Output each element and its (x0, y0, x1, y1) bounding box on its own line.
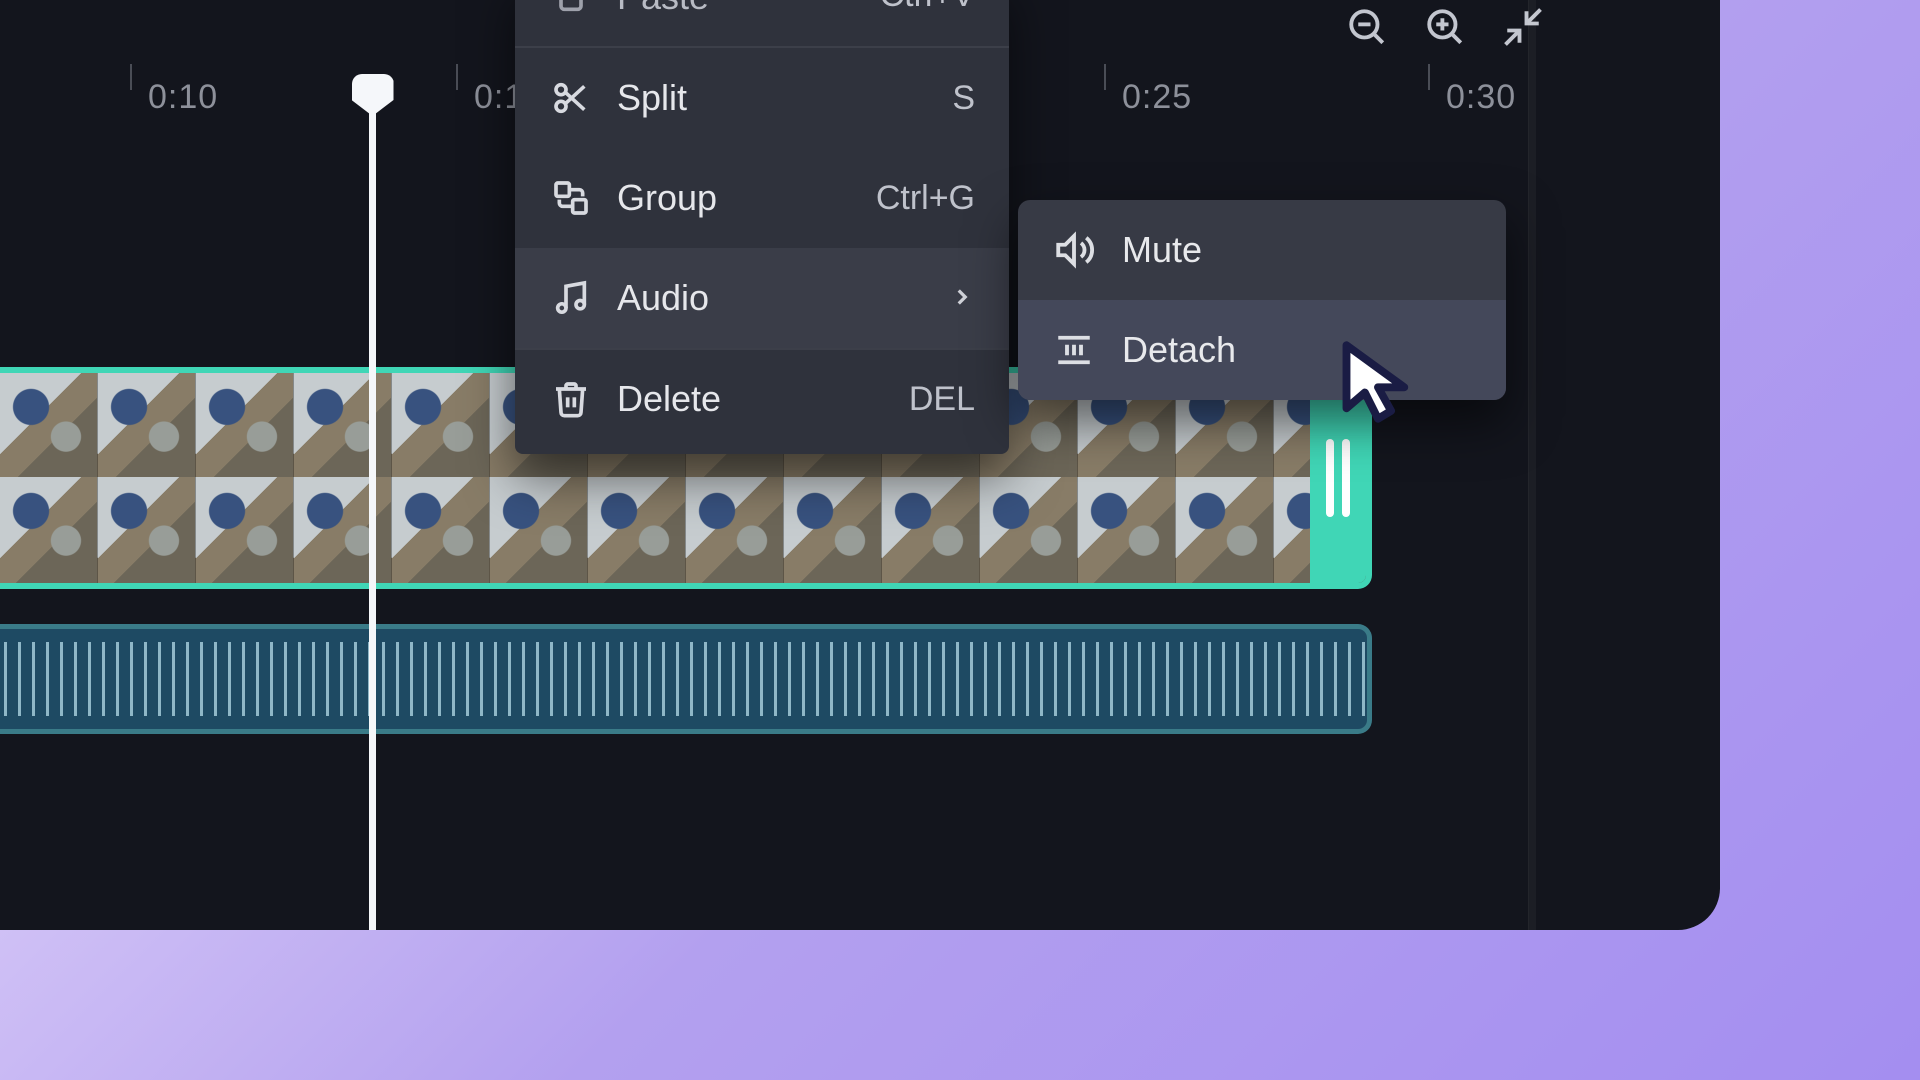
group-icon (543, 178, 599, 218)
trash-icon (543, 379, 599, 419)
menu-label: Group (599, 177, 876, 219)
ruler-tick: 0:30 (1446, 78, 1516, 117)
menu-shortcut: DEL (909, 380, 975, 419)
paste-icon (543, 0, 599, 16)
zoom-controls (1346, 6, 1544, 53)
ruler-tick: 0:25 (1122, 78, 1192, 117)
menu-group[interactable]: Group Ctrl+G (515, 148, 1009, 248)
music-icon (543, 278, 599, 318)
audio-submenu: Mute Detach (1018, 200, 1506, 400)
waveform (0, 642, 1367, 716)
context-menu: Paste Ctrl+V Split S Group Ctrl+G Audio (515, 0, 1009, 454)
menu-shortcut: Ctrl+V (880, 0, 975, 15)
menu-audio[interactable]: Audio (515, 248, 1009, 348)
menu-delete[interactable]: Delete DEL (515, 348, 1009, 448)
mouse-cursor (1336, 340, 1420, 429)
timeline-editor: 0:10 0:15 0:25 0:30 Paste Ctrl+V (0, 0, 1720, 930)
menu-shortcut: Ctrl+G (876, 179, 975, 218)
audio-clip[interactable] (0, 624, 1372, 734)
collapse-icon[interactable] (1502, 6, 1544, 53)
scissors-icon (543, 78, 599, 118)
submenu-label: Detach (1102, 329, 1236, 371)
menu-label: Split (599, 77, 952, 119)
clip-thumbnails (0, 477, 1372, 583)
detach-icon (1046, 329, 1102, 371)
chevron-right-icon (949, 277, 975, 319)
menu-label: Delete (599, 378, 909, 420)
menu-shortcut: S (952, 79, 975, 118)
submenu-mute[interactable]: Mute (1018, 200, 1506, 300)
submenu-label: Mute (1102, 229, 1202, 271)
zoom-in-button[interactable] (1424, 6, 1466, 53)
ruler-tick: 0:10 (148, 78, 218, 117)
speaker-icon (1046, 229, 1102, 271)
menu-split[interactable]: Split S (515, 48, 1009, 148)
submenu-detach[interactable]: Detach (1018, 300, 1506, 400)
viewport-divider (1528, 0, 1536, 930)
menu-label: Paste (599, 0, 880, 18)
menu-label: Audio (599, 277, 949, 319)
zoom-out-button[interactable] (1346, 6, 1388, 53)
playhead[interactable] (369, 74, 376, 930)
menu-paste[interactable]: Paste Ctrl+V (515, 0, 1009, 48)
